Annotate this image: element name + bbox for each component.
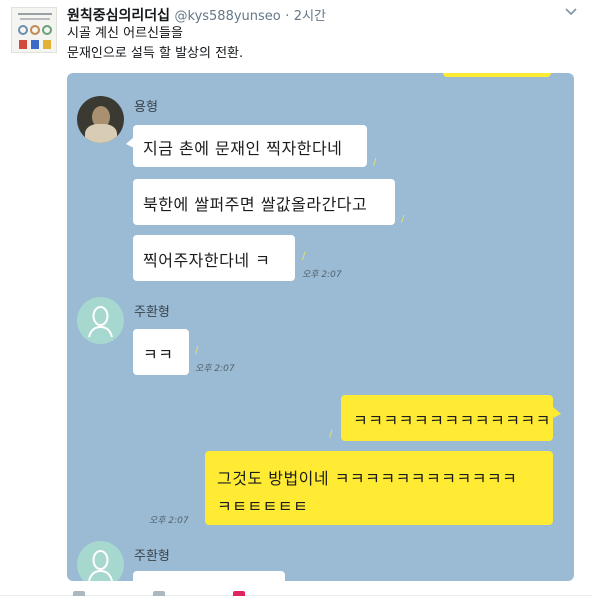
avatar-title-bar <box>18 13 52 15</box>
my-bubble-cutoff-top <box>443 73 551 77</box>
person-silhouette-icon <box>88 306 113 338</box>
tweet-text-line-2: 문재인으로 설득 할 발상의 전환. <box>67 46 244 61</box>
avatar-block-2 <box>31 40 39 49</box>
reply-icon[interactable] <box>73 591 85 596</box>
sender-name: 용형 <box>134 100 158 115</box>
their-message-bubble: 북한에 쌀퍼주면 쌀값올라간다고 <box>133 179 395 225</box>
like-icon[interactable] <box>233 591 245 596</box>
tweet-timestamp[interactable]: 2시간 <box>294 9 326 24</box>
chevron-down-icon[interactable] <box>564 5 578 19</box>
user-handle[interactable]: @kys588yunseo <box>175 9 281 24</box>
tweet-text: 시골 계신 어르신들을 문재인으로 설득 할 발상의 전환. <box>67 24 557 64</box>
avatar-subtitle-bar <box>20 18 50 20</box>
message-text: 찍어주자한다네 ㅋ <box>143 251 271 270</box>
profile-default-juhwan <box>77 541 124 581</box>
message-timestamp: 오후 2:07 <box>149 516 189 526</box>
bubble-tail <box>553 407 561 418</box>
message-text: 지금 촌에 문재인 찍자한다네 <box>143 139 343 158</box>
message-timestamp: 오후 2:07 <box>195 364 235 374</box>
their-message-bubble: 찍어주자한다네 ㅋ <box>133 235 295 281</box>
their-message-bubble-cutoff <box>133 571 285 581</box>
profile-body <box>85 124 117 143</box>
message-text: ㅋㅌㅌㅌㅌㅌ <box>217 497 309 516</box>
avatar-block-3 <box>43 40 51 49</box>
read-marker: / <box>302 251 306 262</box>
my-message-bubble: ㅋㅋㅋㅋㅋㅋㅋㅋㅋㅋㅋㅋㅋ <box>341 395 553 441</box>
tweet-header: 원칙중심의리더십 @kys588yunseo · 2시간 <box>67 5 562 25</box>
avatar-block-1 <box>19 40 27 49</box>
message-text: ㅋㅋ <box>143 345 174 364</box>
their-message-bubble: ㅋㅋ <box>133 329 189 375</box>
chat-screenshot-image[interactable]: 용형 지금 촌에 문재인 찍자한다네 / 북한에 쌀퍼주면 쌀값올라간다고 / … <box>67 73 574 581</box>
their-message-bubble: 지금 촌에 문재인 찍자한다네 <box>133 125 367 167</box>
read-marker: / <box>401 214 405 225</box>
profile-photo-yonghyung <box>77 96 124 143</box>
message-text: 북한에 쌀퍼주면 쌀값올라간다고 <box>143 195 368 214</box>
user-avatar[interactable] <box>11 7 57 53</box>
display-name[interactable]: 원칙중심의리더십 <box>67 8 170 24</box>
read-marker: / <box>329 429 333 440</box>
message-text: ㅋㅋㅋㅋㅋㅋㅋㅋㅋㅋㅋㅋㅋ <box>353 411 551 430</box>
avatar-circle-1 <box>18 25 28 35</box>
person-silhouette-icon <box>88 550 113 581</box>
read-marker: / <box>373 157 377 168</box>
my-message-bubble: 그것도 방법이네 ㅋㅋㅋㅋㅋㅋㅋㅋㅋㅋㅋㅋ ㅋㅌㅌㅌㅌㅌ <box>205 451 553 525</box>
separator-dot: · <box>285 9 290 24</box>
avatar-circle-2 <box>30 25 40 35</box>
profile-default-juhwan <box>77 297 124 344</box>
tweet-action-bar <box>67 588 487 596</box>
tweet-text-line-1: 시골 계신 어르신들을 <box>67 26 183 41</box>
avatar-circle-3 <box>42 25 52 35</box>
sender-name: 주환형 <box>134 549 170 564</box>
sender-name: 주환형 <box>134 305 170 320</box>
retweet-icon[interactable] <box>153 591 165 596</box>
message-text: 그것도 방법이네 ㅋㅋㅋㅋㅋㅋㅋㅋㅋㅋㅋㅋ <box>217 469 518 488</box>
message-timestamp: 오후 2:07 <box>302 270 342 280</box>
read-marker: / <box>195 345 199 356</box>
tweet-card[interactable]: 원칙중심의리더십 @kys588yunseo · 2시간 시골 계신 어르신들을… <box>0 0 592 596</box>
